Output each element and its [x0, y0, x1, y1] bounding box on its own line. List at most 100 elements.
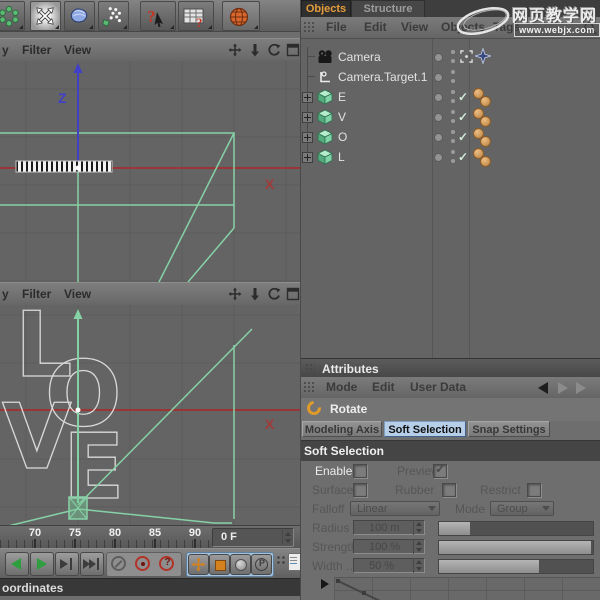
- viewport-menu-view[interactable]: View: [64, 43, 91, 57]
- object-label[interactable]: L: [338, 150, 345, 164]
- expand-toggle[interactable]: [302, 152, 313, 163]
- attributes-grip[interactable]: [305, 363, 315, 373]
- search-icon[interactable]: [583, 21, 597, 35]
- visibility-dot-render[interactable]: [451, 79, 455, 83]
- autokey-icon[interactable]: ?: [159, 556, 174, 571]
- keyframe-selection-icon[interactable]: [276, 555, 286, 565]
- width-slider[interactable]: [438, 559, 594, 574]
- texture-tag-icon[interactable]: [480, 96, 491, 107]
- viewport-dolly-icon[interactable]: [248, 43, 262, 57]
- strength-slider[interactable]: [438, 540, 594, 555]
- attr-menu-userdata[interactable]: User Data: [410, 380, 466, 394]
- mode-dropdown[interactable]: Group: [490, 501, 554, 516]
- panel-grip[interactable]: [303, 21, 316, 33]
- tree-row-V[interactable]: V ✓: [300, 107, 600, 127]
- web-icon[interactable]: [222, 1, 260, 31]
- soft-selection-section-header[interactable]: Soft Selection: [300, 440, 600, 462]
- curve-expander-icon[interactable]: [321, 579, 329, 589]
- enable-check-icon[interactable]: ✓: [458, 110, 468, 124]
- enable-check-icon[interactable]: ✓: [458, 90, 468, 104]
- history-back-icon[interactable]: [538, 382, 548, 394]
- coordinates-header[interactable]: oordinates: [0, 578, 300, 596]
- viewport-menu-filter[interactable]: Filter: [22, 287, 51, 301]
- record-parameter-icon[interactable]: P: [251, 554, 272, 575]
- panel-grip[interactable]: [303, 381, 316, 393]
- expand-toggle[interactable]: [302, 112, 313, 123]
- texture-tag-icon[interactable]: [480, 156, 491, 167]
- goto-previous-frame-button[interactable]: [5, 552, 29, 576]
- restrict-checkbox[interactable]: [527, 483, 541, 497]
- visibility-dot-render[interactable]: [451, 159, 455, 163]
- rubber-checkbox[interactable]: [442, 483, 456, 497]
- visibility-dot-render[interactable]: [451, 99, 455, 103]
- width-field[interactable]: 50 %: [353, 558, 425, 573]
- array-object-icon[interactable]: [0, 1, 25, 31]
- visibility-dot-editor[interactable]: [451, 110, 455, 114]
- viewport-bottom-canvas[interactable]: L O V E X: [0, 305, 300, 525]
- object-label[interactable]: Camera: [338, 50, 381, 64]
- viewport-menu-truncated[interactable]: y: [2, 287, 9, 301]
- expand-toggle[interactable]: [302, 132, 313, 143]
- radius-slider[interactable]: [438, 521, 594, 536]
- layer-dot[interactable]: [434, 113, 443, 122]
- viewport-rotate-icon[interactable]: [267, 43, 281, 57]
- objects-menu-view[interactable]: View: [401, 20, 428, 34]
- tab-structure[interactable]: Structure: [351, 0, 425, 17]
- record-scale-icon[interactable]: [209, 554, 230, 575]
- visibility-dot-render[interactable]: [451, 59, 455, 63]
- visibility-dot-editor[interactable]: [451, 150, 455, 154]
- visibility-dot-editor[interactable]: [451, 50, 455, 54]
- expand-toggle[interactable]: [302, 92, 313, 103]
- objects-menu-edit[interactable]: Edit: [364, 20, 387, 34]
- panel-divider[interactable]: [300, 0, 301, 600]
- visibility-dot-render[interactable]: [451, 119, 455, 123]
- layer-dot[interactable]: [434, 73, 443, 82]
- goto-next-frame-button[interactable]: [55, 552, 79, 576]
- objects-menu-objects[interactable]: Objects: [441, 20, 485, 34]
- tree-row-camera[interactable]: Camera: [300, 47, 600, 67]
- strength-field[interactable]: 100 %: [353, 539, 425, 554]
- surface-checkbox[interactable]: [353, 483, 367, 497]
- camera-active-icon[interactable]: [460, 50, 473, 63]
- goto-end-button[interactable]: [80, 552, 104, 576]
- target-expression-tag-icon[interactable]: [475, 48, 491, 64]
- move-tool-icon[interactable]: [30, 1, 61, 31]
- viewport-rotate-icon[interactable]: [267, 287, 281, 301]
- object-label[interactable]: O: [338, 130, 347, 144]
- history-forward2-icon[interactable]: [576, 382, 586, 394]
- frame-stepper[interactable]: [282, 530, 293, 545]
- record-position-icon[interactable]: [188, 554, 209, 575]
- visibility-dot-editor[interactable]: [451, 130, 455, 134]
- radius-field[interactable]: 100 m: [353, 520, 425, 535]
- tree-row-O[interactable]: O ✓: [300, 127, 600, 147]
- object-label[interactable]: E: [338, 90, 346, 104]
- objects-menu-file[interactable]: File: [326, 20, 347, 34]
- viewport-menu-filter[interactable]: Filter: [22, 43, 51, 57]
- viewport-move-icon[interactable]: [228, 43, 242, 57]
- object-label[interactable]: V: [338, 110, 346, 124]
- viewport-maximize-icon[interactable]: [286, 287, 300, 301]
- viewport-menu-view[interactable]: View: [64, 287, 91, 301]
- radius-stepper[interactable]: [413, 520, 424, 535]
- viewport-maximize-icon[interactable]: [286, 43, 300, 57]
- visibility-dot-editor[interactable]: [451, 90, 455, 94]
- viewport-menu-truncated[interactable]: y: [2, 43, 9, 57]
- strength-stepper[interactable]: [413, 539, 424, 554]
- viewport-move-icon[interactable]: [228, 287, 242, 301]
- tab-modeling-axis[interactable]: Modeling Axis: [302, 421, 382, 437]
- falloff-curve-graph[interactable]: [334, 577, 600, 600]
- tab-objects[interactable]: Objects: [301, 0, 351, 17]
- tab-soft-selection[interactable]: Soft Selection: [384, 421, 466, 437]
- help-icon[interactable]: ?: [140, 1, 176, 31]
- objects-menu-tags[interactable]: Tags: [493, 20, 520, 34]
- attributes-titlebar[interactable]: Attributes: [300, 358, 600, 378]
- record-keyframe-icon[interactable]: [135, 556, 150, 571]
- keyframe-record-disabled-icon[interactable]: [111, 556, 126, 571]
- enable-check-icon[interactable]: ✓: [458, 130, 468, 144]
- history-forward-icon[interactable]: [558, 382, 568, 394]
- enable-checkbox[interactable]: [353, 464, 367, 478]
- record-rotation-icon[interactable]: [230, 554, 251, 575]
- play-forward-button[interactable]: [30, 552, 54, 576]
- attr-menu-mode[interactable]: Mode: [326, 380, 357, 394]
- layer-dot[interactable]: [434, 93, 443, 102]
